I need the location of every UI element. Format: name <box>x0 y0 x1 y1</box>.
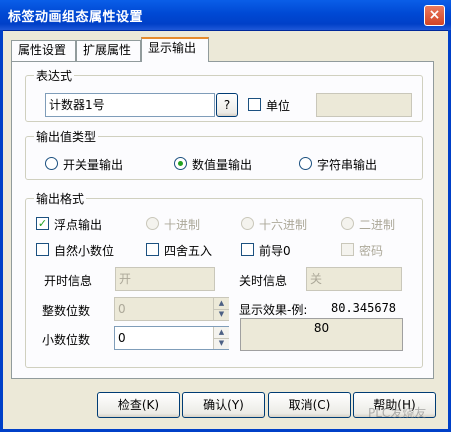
on-info-input[interactable]: 开 <box>115 267 215 291</box>
radio-decimal-label: 十进制 <box>164 218 201 232</box>
integer-digits-label: 整数位数 <box>42 304 91 318</box>
on-info-label: 开时信息 <box>44 274 93 288</box>
expression-input[interactable]: 计数器1号 <box>45 93 215 117</box>
spin-down-icon[interactable]: ▼ <box>214 338 229 349</box>
unit-checkbox[interactable] <box>248 98 261 111</box>
decimal-digits-label: 小数位数 <box>42 333 91 347</box>
tab-display-output[interactable]: 显示输出 <box>141 37 209 62</box>
check-button[interactable]: 检查(K) <box>97 392 180 418</box>
radio-decimal[interactable] <box>146 217 159 230</box>
output-format-group-label: 输出格式 <box>34 190 87 207</box>
off-info-input[interactable]: 关 <box>306 267 402 291</box>
float-output-checkbox[interactable]: ✓ <box>36 217 49 230</box>
round-checkbox[interactable] <box>146 243 159 256</box>
radio-hex[interactable] <box>241 217 254 230</box>
integer-digits-input[interactable]: 0 <box>114 297 229 321</box>
output-type-group: 输出值类型 开关量输出 数值量输出 字符串输出 <box>25 128 423 180</box>
close-button[interactable]: × <box>424 5 445 26</box>
radio-string-output-label: 字符串输出 <box>317 158 378 172</box>
preview-label: 显示效果-例: <box>239 303 308 317</box>
spin-down-icon[interactable]: ▼ <box>214 309 229 320</box>
tab-property-settings[interactable]: 属性设置 <box>11 40 76 61</box>
title-bar: 标签动画组态属性设置 × <box>0 0 451 31</box>
tab-panel-display-output: 表达式 计数器1号 ? 单位 输出值类型 开关量输出 数值量输出 字符串输出 输… <box>11 61 434 379</box>
radio-switch-output[interactable] <box>45 157 58 170</box>
natural-decimal-checkbox[interactable] <box>36 243 49 256</box>
unit-input[interactable] <box>316 93 412 117</box>
expression-help-button[interactable]: ? <box>216 93 238 117</box>
expression-group-label: 表达式 <box>34 67 75 84</box>
confirm-button[interactable]: 确认(Y) <box>182 392 265 418</box>
radio-numeric-output[interactable] <box>174 157 187 170</box>
radio-string-output[interactable] <box>299 157 312 170</box>
preview-result-value: 80 <box>313 321 330 335</box>
decimal-digits-input[interactable]: 0 <box>114 326 229 350</box>
expression-group: 表达式 计数器1号 ? 单位 <box>25 67 423 122</box>
leading-zero-label: 前导0 <box>259 244 291 258</box>
output-type-group-label: 输出值类型 <box>34 128 99 145</box>
radio-binary[interactable] <box>341 217 354 230</box>
password-checkbox[interactable] <box>341 243 354 256</box>
radio-numeric-output-label: 数值量输出 <box>192 158 253 172</box>
preview-result-box: 80 <box>240 318 403 351</box>
decimal-digits-spinner[interactable]: ▲ ▼ <box>213 327 229 349</box>
radio-binary-label: 二进制 <box>359 218 396 232</box>
float-output-label: 浮点输出 <box>54 218 103 232</box>
natural-decimal-label: 自然小数位 <box>54 244 115 258</box>
tab-extended-properties[interactable]: 扩展属性 <box>76 40 141 61</box>
password-label: 密码 <box>359 244 384 258</box>
integer-digits-spinner[interactable]: ▲ ▼ <box>213 298 229 320</box>
output-format-group: 输出格式 ✓ 浮点输出 十进制 十六进制 二进制 自然小数位 四舍五入 前导0 … <box>25 190 423 368</box>
off-info-label: 关时信息 <box>239 274 288 288</box>
unit-label: 单位 <box>266 99 291 113</box>
leading-zero-checkbox[interactable] <box>241 243 254 256</box>
radio-hex-label: 十六进制 <box>259 218 308 232</box>
radio-switch-output-label: 开关量输出 <box>63 158 124 172</box>
window-title: 标签动画组态属性设置 <box>8 10 144 25</box>
radio-selected-dot <box>178 161 183 166</box>
round-label: 四舍五入 <box>164 244 213 258</box>
preview-example-value: 80.345678 <box>331 301 397 315</box>
cancel-button[interactable]: 取消(C) <box>268 392 351 418</box>
watermark-text: PLC发烧友 <box>368 406 427 420</box>
